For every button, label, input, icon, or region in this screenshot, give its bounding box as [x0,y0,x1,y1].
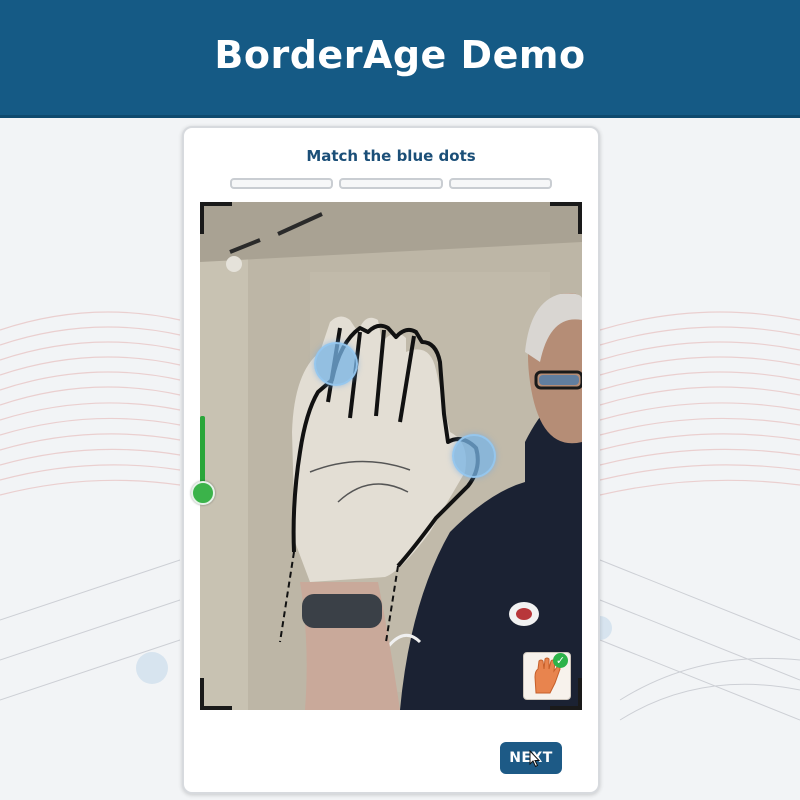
progress-segment [230,178,334,189]
instruction-text: Match the blue dots [306,147,476,165]
app-header: BorderAge Demo [0,0,800,118]
progress-segment [339,178,443,189]
frame-corner [200,678,232,710]
progress-segment [448,178,552,189]
progress-bar [230,178,552,189]
camera-feed [200,202,582,710]
camera-scene [200,202,582,710]
zoom-slider-handle[interactable] [191,481,215,505]
target-dot [314,342,358,386]
app-title: BorderAge Demo [214,32,586,77]
target-dot [452,434,496,478]
frame-corner [200,202,232,234]
check-icon: ✓ [553,653,568,668]
pointer-cursor-icon [529,750,541,768]
frame-corner [550,202,582,234]
